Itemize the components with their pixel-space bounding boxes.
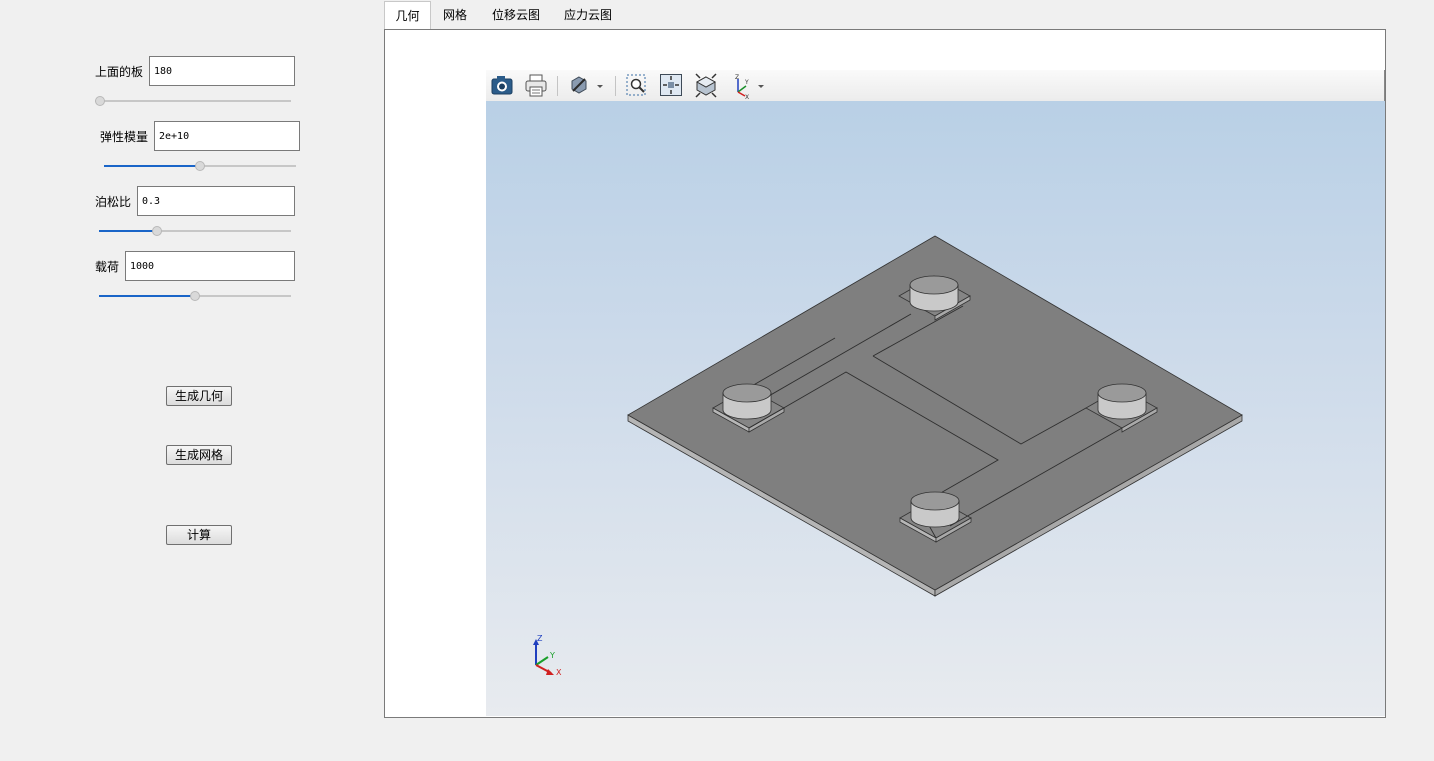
print-icon[interactable] [524, 70, 548, 101]
generate-geometry-button[interactable]: 生成几何 [166, 386, 232, 406]
tab-mesh[interactable]: 网格 [433, 1, 477, 30]
poisson-ratio-slider[interactable] [99, 225, 291, 237]
iso-view-icon[interactable] [693, 70, 719, 101]
camera-icon[interactable] [490, 70, 514, 101]
tab-geometry[interactable]: 几何 [384, 1, 431, 30]
param-label-poisson: 泊松比 [95, 195, 132, 209]
elastic-modulus-slider[interactable] [104, 160, 296, 172]
clip-plane-icon[interactable] [568, 70, 604, 101]
param-label-top-plate: 上面的板 [95, 65, 144, 79]
load-input[interactable] [125, 251, 295, 281]
load-slider[interactable] [99, 290, 291, 302]
poisson-ratio-input[interactable] [137, 186, 295, 216]
fit-all-icon[interactable] [659, 70, 683, 101]
slider-thumb[interactable] [195, 161, 205, 171]
svg-text:X: X [745, 94, 749, 101]
slider-thumb[interactable] [190, 291, 200, 301]
axis-z-label: Z [537, 634, 543, 643]
slider-fill [99, 230, 157, 232]
slider-fill [99, 295, 195, 297]
slider-thumb[interactable] [151, 226, 162, 236]
top-plate-slider[interactable] [95, 95, 291, 107]
svg-text:Y: Y [744, 79, 749, 86]
slider-thumb[interactable] [95, 96, 105, 106]
elastic-modulus-input[interactable] [154, 121, 300, 151]
svg-text:Z: Z [735, 74, 739, 81]
param-label-load: 载荷 [95, 260, 120, 274]
viewer-toolbar: Z Y X [486, 70, 1385, 102]
zoom-box-icon[interactable] [625, 70, 649, 101]
param-label-elastic-modulus: 弹性模量 [100, 130, 149, 144]
slider-fill [104, 165, 200, 167]
top-plate-input[interactable] [149, 56, 295, 86]
tab-stress-contour[interactable]: 应力云图 [553, 1, 623, 30]
3d-viewport[interactable]: Z Y X [486, 101, 1385, 716]
axes-view-icon[interactable]: Z Y X [730, 70, 768, 101]
axis-triad: Z Y X [533, 634, 562, 677]
compute-button[interactable]: 计算 [166, 525, 232, 545]
generate-mesh-button[interactable]: 生成网格 [166, 445, 232, 465]
plate-model [627, 235, 1243, 597]
axis-x-label: X [556, 668, 562, 677]
axis-y-label: Y [549, 651, 555, 660]
tab-displacement-contour[interactable]: 位移云图 [481, 1, 551, 30]
